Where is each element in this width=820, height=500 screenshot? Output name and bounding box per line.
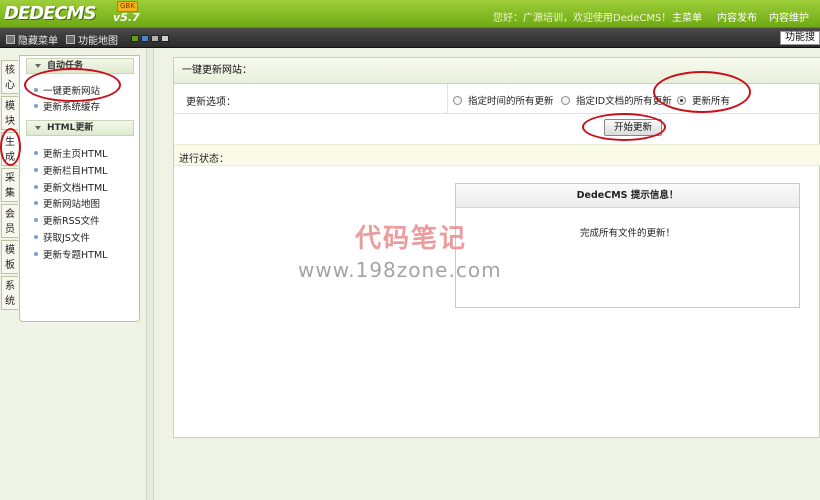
menu-group-title: HTML更新 [47, 123, 94, 133]
sub-toolbar: 隐藏菜单 功能地图 功能搜 [0, 28, 820, 48]
version-label: v5.7 [113, 11, 140, 24]
bullet-icon [34, 168, 38, 172]
menu-item-label: 更新网站地图 [43, 199, 101, 210]
content-maintain-link[interactable]: 内容维护 [769, 9, 809, 24]
bullet-icon [34, 185, 38, 189]
main-menu-link[interactable]: 主菜单 [672, 9, 702, 24]
menu-item-get-js[interactable]: 获取JS文件 [34, 230, 90, 244]
menu-group-auto-tasks[interactable]: 自动任务 [26, 58, 134, 74]
radio-id-updates[interactable]: 指定ID文档的所有更新 [561, 93, 672, 107]
collapse-arrow-icon [35, 64, 41, 68]
info-box-message: 完成所有文件的更新！ [579, 228, 675, 239]
hide-menu-icon [6, 35, 15, 44]
hide-menu-button[interactable]: 隐藏菜单 [6, 32, 58, 47]
menu-item-update-columns[interactable]: 更新栏目HTML [34, 163, 107, 177]
bullet-icon [34, 104, 38, 108]
menu-item-update-sitemap[interactable]: 更新网站地图 [34, 196, 100, 210]
bullet-icon [34, 252, 38, 256]
top-header: DEDECMS GBK v5.7 您好：广源培训，欢迎使用DedeCMS！ 主菜… [0, 0, 820, 28]
dedecms-logo: DEDECMS [4, 3, 97, 24]
theme-swatch-gray[interactable] [151, 35, 159, 42]
radio-circle[interactable] [561, 95, 570, 105]
menu-item-update-rss[interactable]: 更新RSS文件 [34, 213, 100, 227]
content-publish-link[interactable]: 内容发布 [717, 9, 757, 24]
info-message-box: DedeCMS 提示信息！ 完成所有文件的更新！ [455, 183, 800, 308]
menu-item-update-topics[interactable]: 更新专题HTML [34, 247, 107, 261]
vertical-tab-bar: 核心 模块 生成 采集 会员 模板 系统 [0, 55, 19, 500]
menu-group-html-update[interactable]: HTML更新 [26, 120, 134, 136]
page-title: 一键更新网站： [174, 58, 820, 84]
function-map-link[interactable]: 功能地图 [66, 32, 118, 47]
radio-update-all[interactable]: 更新所有 [677, 93, 730, 107]
radio-label: 指定时间的所有更新 [468, 96, 554, 107]
tab-generate[interactable]: 生成 [1, 132, 18, 166]
hide-menu-label: 隐藏菜单 [18, 36, 58, 47]
radio-circle[interactable] [453, 95, 462, 105]
menu-item-update-site[interactable]: 一键更新网站 [34, 83, 100, 97]
menu-item-label: 更新文档HTML [43, 183, 108, 194]
options-label: 更新选项： [186, 97, 236, 108]
radio-circle-checked[interactable] [677, 95, 686, 105]
status-label: 进行状态： [179, 154, 229, 165]
menu-item-label: 获取JS文件 [43, 233, 90, 244]
function-search-button[interactable]: 功能搜 [780, 31, 820, 45]
theme-swatch-green[interactable] [131, 35, 139, 42]
bullet-icon [34, 88, 38, 92]
status-row: 进行状态： [174, 144, 820, 166]
menu-item-label: 更新RSS文件 [43, 216, 100, 227]
divider [447, 84, 448, 114]
radio-label: 更新所有 [692, 96, 731, 107]
tab-collect[interactable]: 采集 [1, 168, 18, 202]
welcome-text: 您好：广源培训，欢迎使用DedeCMS！ [493, 13, 672, 24]
tab-system[interactable]: 系统 [1, 276, 18, 310]
theme-swatch-light[interactable] [161, 35, 169, 42]
menu-item-update-docs[interactable]: 更新文档HTML [34, 180, 107, 194]
menu-item-label: 一键更新网站 [43, 86, 101, 97]
grid-icon [66, 35, 75, 44]
bullet-icon [34, 235, 38, 239]
info-box-title: DedeCMS 提示信息！ [456, 184, 799, 208]
tab-members[interactable]: 会员 [1, 204, 18, 238]
menu-item-update-cache[interactable]: 更新系统缓存 [34, 99, 100, 113]
menu-item-label: 更新系统缓存 [43, 102, 101, 113]
watermark-url: www.198zone.com [298, 258, 502, 282]
watermark-chinese: 代码笔记 [355, 224, 468, 254]
bullet-icon [34, 218, 38, 222]
function-map-label: 功能地图 [78, 36, 118, 47]
collapse-arrow-icon [35, 126, 41, 130]
menu-item-label: 更新栏目HTML [43, 166, 108, 177]
menu-item-update-home[interactable]: 更新主页HTML [34, 146, 107, 160]
menu-group-title: 自动任务 [47, 61, 84, 71]
radio-time-updates[interactable]: 指定时间的所有更新 [453, 93, 554, 107]
menu-item-label: 更新专题HTML [43, 250, 108, 261]
side-menu: 自动任务 一键更新网站 更新系统缓存 HTML更新 更新主页HTML 更新栏目H… [19, 55, 140, 322]
panel-splitter[interactable] [146, 48, 154, 500]
main-panel: 一键更新网站： 更新选项： 指定时间的所有更新 指定ID文档的所有更新 更新所有… [173, 57, 820, 438]
tab-templates[interactable]: 模板 [1, 240, 18, 274]
update-options-row: 更新选项： 指定时间的所有更新 指定ID文档的所有更新 更新所有 [174, 84, 820, 114]
tab-modules[interactable]: 模块 [1, 96, 18, 130]
start-update-button[interactable]: 开始更新 [604, 119, 662, 136]
bullet-icon [34, 201, 38, 205]
theme-swatch-blue[interactable] [141, 35, 149, 42]
tab-core[interactable]: 核心 [1, 60, 18, 94]
bullet-icon [34, 151, 38, 155]
radio-label: 指定ID文档的所有更新 [576, 96, 672, 107]
menu-item-label: 更新主页HTML [43, 149, 108, 160]
